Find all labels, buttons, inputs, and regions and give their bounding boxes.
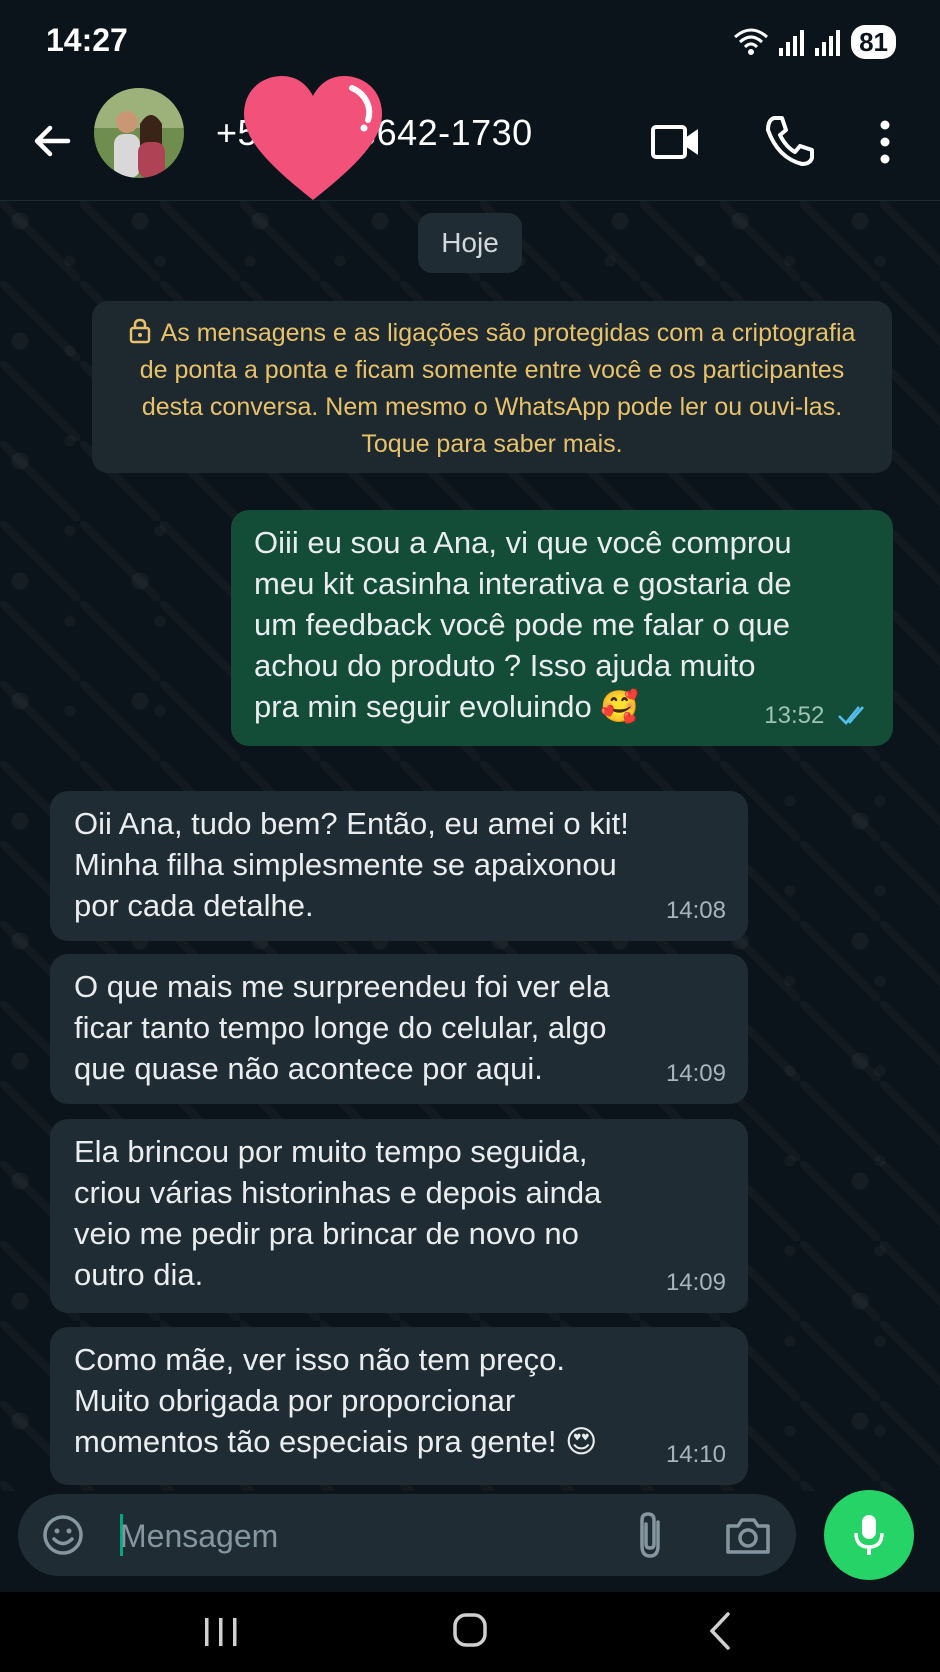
message-bubble-incoming[interactable]: O que mais me surpreendeu foi ver ela fi…	[50, 954, 748, 1104]
chat-area[interactable]: Hoje As mensagens e as ligações são prot…	[0, 201, 940, 1491]
message-text: Ela brincou por muito tempo seguida, cri…	[74, 1134, 602, 1292]
more-vert-icon[interactable]	[872, 114, 898, 170]
video-camera-icon[interactable]	[650, 116, 702, 168]
status-bar: 14:27 81	[0, 0, 940, 80]
message-meta: 13:52	[764, 695, 871, 736]
message-bubble-incoming[interactable]: Ela brincou por muito tempo seguida, cri…	[50, 1119, 748, 1313]
microphone-button[interactable]	[824, 1490, 914, 1580]
system-navigation-bar	[0, 1592, 940, 1672]
status-icons: 81	[733, 24, 896, 60]
heart-sticker-icon	[244, 76, 382, 200]
message-bubble-outgoing[interactable]: Oiii eu sou a Ana, vi que você comprou m…	[231, 510, 893, 746]
back-nav-icon[interactable]	[706, 1610, 736, 1652]
message-text: O que mais me surpreendeu foi ver ela fi…	[74, 969, 610, 1086]
message-bubble-incoming[interactable]: Oii Ana, tudo bem? Então, eu amei o kit!…	[50, 791, 748, 941]
encryption-notice-text: As mensagens e as ligações são protegida…	[139, 319, 856, 458]
message-time: 14:09	[665, 1060, 726, 1087]
message-bubble-incoming[interactable]: Como mãe, ver isso não tem preço. Muito …	[50, 1327, 748, 1485]
recent-apps-icon[interactable]	[200, 1612, 242, 1652]
encryption-notice[interactable]: As mensagens e as ligações são protegida…	[92, 301, 892, 473]
paperclip-icon[interactable]	[632, 1510, 672, 1560]
avatar[interactable]	[94, 88, 184, 178]
message-input[interactable]	[118, 1508, 622, 1564]
message-text: Como mãe, ver isso não tem preço. Muito …	[74, 1342, 566, 1459]
message-composer	[18, 1494, 796, 1576]
status-time: 14:27	[46, 22, 128, 58]
message-text: Oii Ana, tudo bem? Então, eu amei o kit!…	[74, 806, 629, 923]
microphone-icon	[854, 1515, 884, 1555]
battery-indicator: 81	[851, 25, 896, 59]
home-icon[interactable]	[452, 1610, 488, 1650]
signal-icon	[779, 30, 805, 56]
wifi-icon	[734, 28, 769, 55]
chat-header: +5 3642-1730	[0, 76, 940, 201]
smiling-hearts-emoji: 🥰	[600, 689, 639, 725]
lock-icon	[129, 318, 150, 344]
emoji-icon[interactable]	[42, 1514, 84, 1556]
phone-icon[interactable]	[762, 112, 814, 168]
read-ticks-icon	[838, 706, 864, 725]
date-chip: Hoje	[418, 213, 522, 273]
camera-icon[interactable]	[724, 1514, 772, 1556]
message-time: 14:09	[665, 1269, 726, 1296]
message-time: 14:10	[665, 1441, 726, 1468]
message-time: 14:08	[665, 897, 726, 924]
heart-eyes-emoji: 😍	[565, 1424, 598, 1460]
message-text: Oiii eu sou a Ana, vi que você comprou m…	[254, 525, 792, 724]
message-time: 13:52	[764, 702, 825, 729]
signal-icon-2	[815, 30, 841, 56]
arrow-left-icon[interactable]	[28, 116, 78, 166]
